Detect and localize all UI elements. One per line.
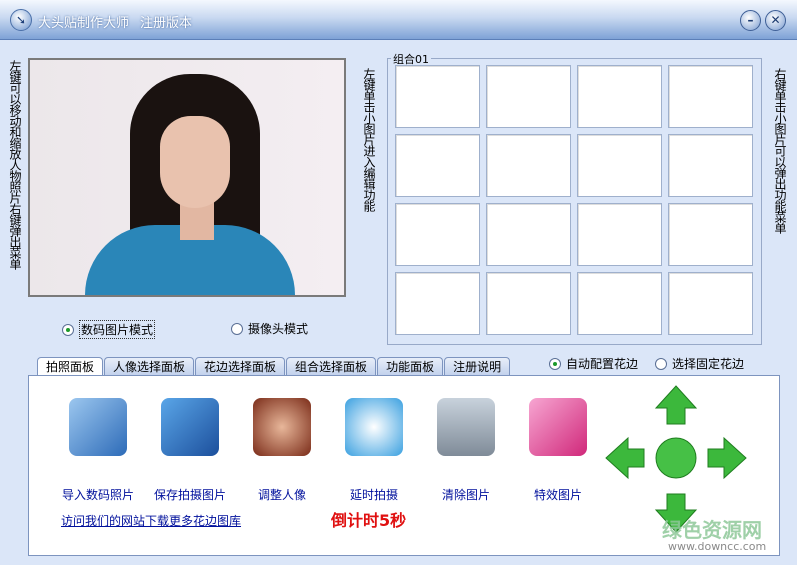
radio-label: 摄像头模式 [248,322,309,336]
window-title: 大头贴制作大师 [38,16,130,31]
portrait-icon [253,398,311,456]
tab-0[interactable]: 拍照面板 [37,357,104,377]
radio-icon [655,357,667,370]
tab-2[interactable]: 花边选择面板 [195,357,286,376]
thumbnail-slot[interactable] [395,134,480,197]
tab-1[interactable]: 人像选择面板 [104,357,195,376]
download-borders-link[interactable]: 访问我们的网站下载更多花边图库 [61,512,241,529]
radio-icon [62,323,74,336]
camera-photo-icon [69,398,127,456]
radio-icon [549,357,561,370]
tool-label: 特效图片 [533,488,582,502]
tab-4[interactable]: 功能面板 [377,357,444,376]
thumbnail-slot[interactable] [577,134,662,197]
arrow-up-icon[interactable] [654,385,698,425]
thumbnail-slot[interactable] [486,65,571,128]
watermark-name: 绿色资源网 [662,518,762,542]
radio-label: 选择固定花边 [672,357,745,371]
edition-label: 注册版本 [140,16,193,31]
radio-digital-mode[interactable]: 数码图片模式 [62,320,156,339]
center-button[interactable] [655,437,697,479]
tool-label: 清除图片 [441,488,490,502]
compass-timer-icon [345,398,403,456]
tool-button[interactable]: 清除图片 [421,398,511,503]
tab-5[interactable]: 注册说明 [444,357,511,376]
thumbnail-slot[interactable] [668,272,753,335]
middle-hint: 左键单击小图片进入编辑功能 [362,68,376,211]
tool-label: 保存拍摄图片 [153,488,226,502]
arrow-left-icon[interactable] [605,436,645,480]
tool-button[interactable]: 导入数码照片 [53,398,143,503]
radio-label: 数码图片模式 [79,320,156,339]
tool-label: 延时拍摄 [349,488,398,502]
app-icon[interactable]: ➘ [10,9,32,31]
tab-3[interactable]: 组合选择面板 [286,357,377,376]
thumbnail-slot[interactable] [486,272,571,335]
thumbnail-grid [395,65,753,335]
thumbnail-slot[interactable] [486,134,571,197]
effects-icon [529,398,587,456]
close-button[interactable]: ✕ [765,10,786,31]
thumbnail-slot[interactable] [577,203,662,266]
radio-camera-mode[interactable]: 摄像头模式 [231,320,308,337]
tool-label: 导入数码照片 [61,488,134,502]
radio-icon [231,322,243,335]
thumbnail-slot[interactable] [577,65,662,128]
thumbnail-slot[interactable] [486,203,571,266]
thumbnail-slot[interactable] [668,134,753,197]
arrow-right-icon[interactable] [707,436,747,480]
left-hint: 左键可以移动和缩放人物照片右键弹出菜单 [8,60,22,269]
tab-bar: 拍照面板 人像选择面板 花边选择面板 组合选择面板 功能面板 注册说明 [37,357,511,377]
thumbnail-slot[interactable] [577,272,662,335]
photo-canvas[interactable] [28,58,346,297]
thumbnail-slot[interactable] [668,65,753,128]
title-bar: ➘ 大头贴制作大师 注册版本 – ✕ [0,0,797,40]
trash-bin-icon [437,398,495,456]
thumbnail-slot[interactable] [668,203,753,266]
radio-auto-border[interactable]: 自动配置花边 [549,355,638,372]
floppy-save-icon [161,398,219,456]
radio-label: 自动配置花边 [566,357,639,371]
tool-button[interactable]: 保存拍摄图片 [145,398,235,503]
thumbnail-slot[interactable] [395,272,480,335]
thumbnail-slot[interactable] [395,203,480,266]
tool-button[interactable]: 特效图片 [513,398,603,503]
tool-button[interactable]: 调整人像 [237,398,327,503]
right-hint: 右键单击小图片可以弹出功能菜单 [773,68,787,233]
minimize-button[interactable]: – [740,10,761,31]
direction-pad [605,385,747,533]
thumbnail-slot[interactable] [395,65,480,128]
countdown-text: 倒计时5秒 [331,511,407,530]
tool-button[interactable]: 延时拍摄 [329,398,419,503]
watermark-url: www.downcc.com [668,540,767,553]
radio-fixed-border[interactable]: 选择固定花边 [655,355,744,372]
tool-label: 调整人像 [257,488,306,502]
